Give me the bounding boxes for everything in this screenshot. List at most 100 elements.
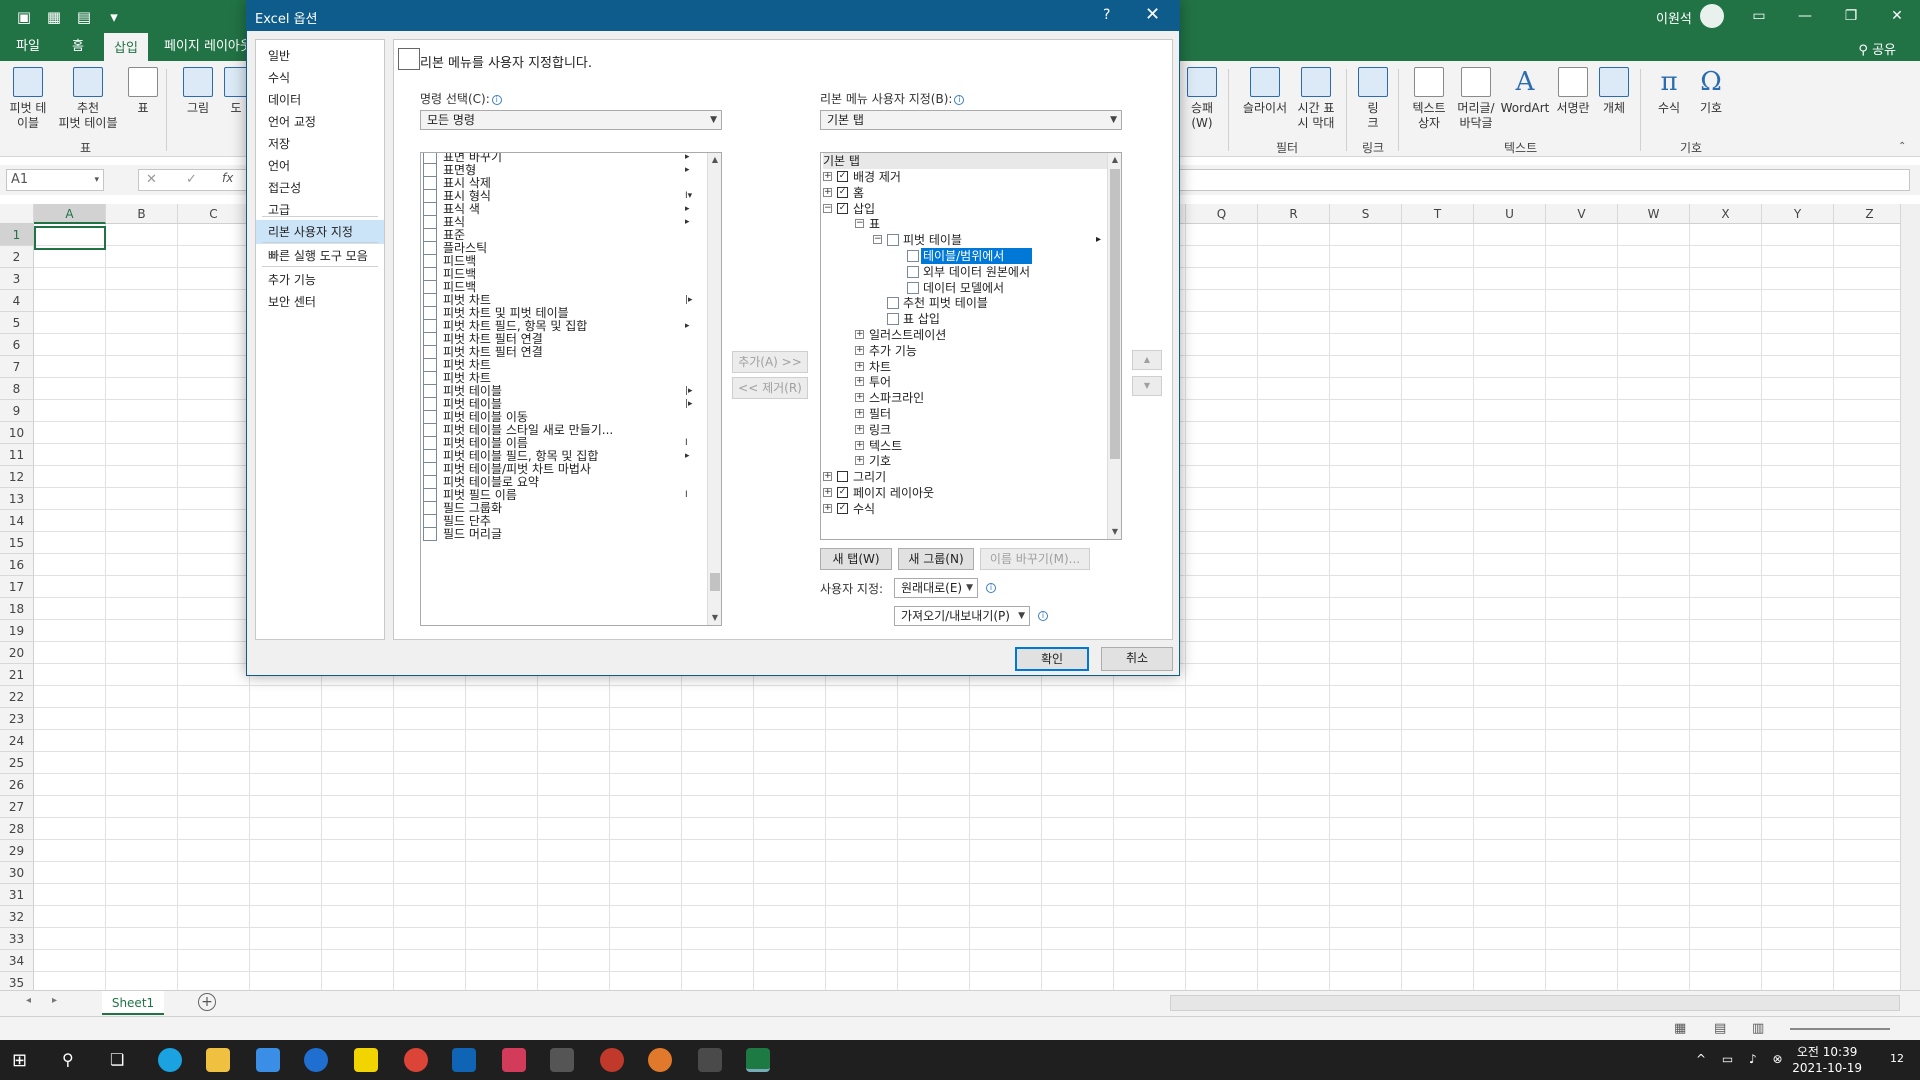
category-item[interactable]: 빠른 실행 도구 모음	[256, 244, 384, 268]
expand-icon[interactable]: +	[823, 187, 832, 197]
tree-node[interactable]: + ✓ 홈	[823, 185, 1105, 201]
tree-node[interactable]: + 텍스트	[855, 438, 1105, 454]
category-item[interactable]: 추가 기능	[256, 268, 384, 292]
clock[interactable]: 오전 10:39 2021-10-19	[1792, 1044, 1862, 1076]
notifications-badge[interactable]: 12	[1890, 1052, 1904, 1065]
category-item[interactable]: 수식	[256, 66, 384, 90]
enter-icon[interactable]: ✓	[186, 172, 197, 187]
tree-node[interactable]: + ✓ 배경 제거	[823, 169, 1105, 185]
category-item[interactable]: 보안 센터	[256, 290, 384, 314]
search-icon[interactable]: ⚲	[62, 1050, 74, 1069]
column-header[interactable]: B	[106, 204, 178, 224]
help-icon[interactable]: ?	[1103, 7, 1110, 23]
scroll-up-icon[interactable]: ▲	[708, 153, 721, 167]
category-item[interactable]: 접근성	[256, 176, 384, 200]
qat-dropdown-icon[interactable]: ▾	[104, 7, 124, 27]
column-header[interactable]: R	[1258, 204, 1330, 224]
tab-checkbox[interactable]: ✓	[837, 186, 848, 198]
chrome-icon[interactable]	[404, 1048, 428, 1072]
commands-list[interactable]: 표면 바꾸기 ▸ 표면형 ▸ 표시 삭제 표시 형식 I▾ 표식 색 ▸ 표식 ▸ 표준 플라스틱 피드백…	[420, 152, 722, 626]
import-export-combo[interactable]: 가져오기/내보내기(P) ▼	[894, 606, 1030, 626]
row-header[interactable]: 12	[0, 466, 34, 488]
remove-button[interactable]: << 제거(R)	[732, 377, 808, 399]
name-box[interactable]: A1 ▾	[6, 169, 104, 191]
header-footer-button[interactable]: 머리글/ 바닥글	[1452, 67, 1500, 131]
column-header[interactable]: C	[178, 204, 250, 224]
row-header[interactable]: 29	[0, 840, 34, 862]
page-break-view-icon[interactable]: ▥	[1752, 1021, 1764, 1036]
prev-sheet-icon[interactable]: ◂	[26, 995, 31, 1006]
tree-node[interactable]: 외부 데이터 원본에서	[893, 264, 1105, 280]
fx-icon[interactable]: fx	[222, 171, 233, 185]
object-button[interactable]: 개체	[1596, 67, 1632, 116]
tree-node[interactable]: + ✓ 수식	[823, 501, 1105, 517]
minimize-icon[interactable]: —	[1782, 0, 1828, 33]
row-header[interactable]: 2	[0, 246, 34, 268]
tree-node[interactable]: + 투어	[855, 374, 1105, 390]
column-header[interactable]: Y	[1762, 204, 1834, 224]
expand-icon[interactable]: +	[855, 456, 864, 466]
command-item[interactable]: 필드 머리글	[421, 526, 705, 542]
symbol-button[interactable]: Ω 기호	[1692, 67, 1730, 116]
app-paint-icon[interactable]	[600, 1048, 624, 1072]
avatar[interactable]	[1700, 4, 1724, 28]
expand-icon[interactable]: +	[855, 393, 864, 403]
select-all-corner[interactable]	[0, 204, 34, 224]
tree-node[interactable]: + 필터	[855, 406, 1105, 422]
row-header[interactable]: 20	[0, 642, 34, 664]
normal-view-icon[interactable]: ▦	[1674, 1021, 1686, 1036]
row-header[interactable]: 8	[0, 378, 34, 400]
active-cell[interactable]	[34, 226, 106, 250]
close-icon[interactable]: ✕	[1145, 4, 1160, 25]
row-header[interactable]: 10	[0, 422, 34, 444]
chrome-2-icon[interactable]	[648, 1048, 672, 1072]
expand-icon[interactable]: +	[823, 172, 832, 181]
scroll-up-icon[interactable]: ▲	[1108, 153, 1121, 167]
scroll-down-icon[interactable]: ▼	[1108, 525, 1121, 539]
cancel-button[interactable]: 취소	[1101, 647, 1173, 671]
row-header[interactable]: 26	[0, 774, 34, 796]
tree-node[interactable]: − 피벗 테이블 ▸	[873, 232, 1105, 248]
collapse-icon[interactable]: −	[823, 203, 832, 213]
row-header[interactable]: 21	[0, 664, 34, 686]
expand-icon[interactable]: +	[855, 409, 864, 418]
tree-node[interactable]: 추천 피벗 테이블	[873, 295, 1105, 311]
expand-icon[interactable]: +	[823, 503, 832, 513]
textbox-button[interactable]: 텍스트 상자	[1406, 67, 1452, 131]
store-icon[interactable]	[256, 1048, 280, 1072]
tab-insert[interactable]: 삽입	[104, 33, 148, 61]
column-header[interactable]: W	[1618, 204, 1690, 224]
tree-node[interactable]: + 추가 기능	[855, 343, 1105, 359]
expand-icon[interactable]: +	[855, 377, 864, 387]
tab-checkbox[interactable]: ✓	[837, 202, 848, 214]
form-qat-icon[interactable]: ▤	[74, 7, 94, 27]
expand-icon[interactable]: +	[855, 361, 864, 371]
column-header[interactable]: Z	[1834, 204, 1906, 224]
row-header[interactable]: 13	[0, 488, 34, 510]
expand-icon[interactable]: +	[855, 330, 864, 339]
app-drive-icon[interactable]	[550, 1048, 574, 1072]
task-view-icon[interactable]: ❏	[110, 1050, 124, 1069]
move-down-button[interactable]: ▼	[1132, 376, 1162, 396]
vertical-scrollbar[interactable]	[1900, 204, 1920, 990]
tab-checkbox[interactable]: ✓	[837, 171, 848, 182]
pivottable-button[interactable]: 피벗 테 이블	[6, 67, 50, 131]
row-header[interactable]: 11	[0, 444, 34, 466]
collapse-icon[interactable]: −	[855, 219, 864, 229]
tree-node[interactable]: + ✓ 페이지 레이아웃	[823, 485, 1105, 501]
row-header[interactable]: 15	[0, 532, 34, 554]
row-header[interactable]: 24	[0, 730, 34, 752]
equation-button[interactable]: π 수식	[1650, 67, 1688, 116]
row-header[interactable]: 25	[0, 752, 34, 774]
row-header[interactable]: 7	[0, 356, 34, 378]
row-header[interactable]: 9	[0, 400, 34, 422]
tree-node[interactable]: + 링크	[855, 422, 1105, 438]
ribbon-tree[interactable]: 기본 탭 + ✓ 배경 제거 + ✓ 홈 − ✓ 삽입 − 표 − 피벗 테이블 ▸ 테이블/범위에서 외부 …	[820, 152, 1122, 540]
category-item[interactable]: 저장	[256, 132, 384, 156]
ribbon-display-icon[interactable]: ▭	[1736, 0, 1782, 33]
tree-node[interactable]: 테이블/범위에서	[893, 248, 1105, 264]
table-qat-icon[interactable]: ▦	[44, 7, 64, 27]
next-sheet-icon[interactable]: ▸	[52, 995, 57, 1006]
outlook-icon[interactable]	[452, 1048, 476, 1072]
tree-node[interactable]: + 차트	[855, 359, 1105, 375]
